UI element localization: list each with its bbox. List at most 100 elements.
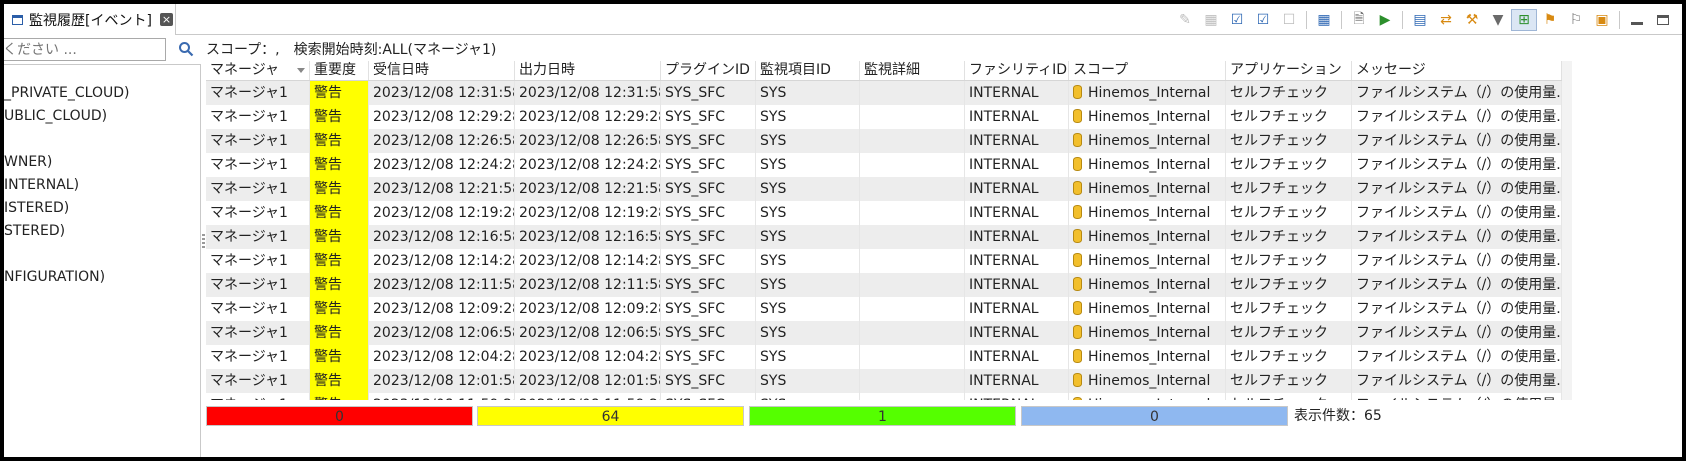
column-header[interactable]: 受信日時 <box>369 61 515 80</box>
table-vertical-scrollbar[interactable] <box>1562 61 1572 400</box>
cell-message: ファイルシステム（/）の使用量... <box>1352 81 1562 105</box>
flag-icon[interactable]: ⚑ <box>1537 9 1563 31</box>
table-row[interactable]: マネージャ1 警告 2023/12/08 12:06:58 2023/12/08 12… <box>206 321 1562 345</box>
cell-message: ファイルシステム（/）の使用量... <box>1352 369 1562 393</box>
unconfirm-icon[interactable]: ☐ <box>1276 9 1302 31</box>
cell-message: ファイルシステム（/）の使用量... <box>1352 177 1562 201</box>
cell-priority: 警告 <box>310 393 369 400</box>
scope-tree-item[interactable]: WNER) <box>4 154 52 170</box>
cell-priority: 警告 <box>310 81 369 105</box>
edit-icon-glyph: ✎ <box>1179 12 1191 28</box>
batch-icon[interactable]: ▦ <box>1311 9 1337 31</box>
column-header[interactable]: メッセージ <box>1352 61 1562 80</box>
table-icon[interactable]: ▦ <box>1198 9 1224 31</box>
cell-scope-text: Hinemos_Internal <box>1088 397 1210 400</box>
edit-icon[interactable]: ✎ <box>1172 9 1198 31</box>
pane-sash-handle[interactable] <box>202 234 205 248</box>
scope-tree-item[interactable]: _PRIVATE_CLOUD) <box>4 85 129 101</box>
scope-node-icon <box>1073 205 1082 219</box>
tool-icon[interactable]: ⚒ <box>1459 9 1485 31</box>
cell-priority: 警告 <box>310 129 369 153</box>
new-page-icon[interactable]: 🗎 <box>1346 9 1372 31</box>
tree-filter-icon[interactable]: ⊞ <box>1511 9 1537 31</box>
column-header[interactable]: 出力日時 <box>515 61 661 80</box>
cell-scope-text: Hinemos_Internal <box>1088 325 1211 341</box>
scope-node-icon <box>1073 397 1082 400</box>
tree-search-input[interactable] <box>4 38 166 61</box>
cell-manager: マネージャ1 <box>206 81 310 105</box>
scope-tree-item[interactable]: STERED) <box>4 223 65 239</box>
column-header-label: プラグインID <box>665 62 750 78</box>
cell-message: ファイルシステム（/）の使用量... <box>1352 345 1562 369</box>
sort-descending-icon <box>297 68 305 73</box>
cell-received: 2023/12/08 12:06:58 <box>369 321 515 345</box>
minimize-icon[interactable] <box>1624 9 1650 31</box>
cell-priority: 警告 <box>310 201 369 225</box>
table-row[interactable]: マネージャ1 警告 2023/12/08 12:14:28 2023/12/08 12… <box>206 249 1562 273</box>
filter-icon[interactable]: ▼ <box>1485 9 1511 31</box>
column-header[interactable]: アプリケーション <box>1226 61 1352 80</box>
table-row[interactable]: マネージャ1 警告 2023/12/08 12:04:28 2023/12/08 12… <box>206 345 1562 369</box>
table-row[interactable]: マネージャ1 警告 2023/12/08 12:16:58 2023/12/08 12… <box>206 225 1562 249</box>
table-row[interactable]: マネージャ1 警告 2023/12/08 12:09:28 2023/12/08 12… <box>206 297 1562 321</box>
cell-scope: Hinemos_Internal <box>1069 153 1226 177</box>
play-icon[interactable]: ▶ <box>1372 9 1398 31</box>
column-header-label: メッセージ <box>1356 62 1426 78</box>
columns-icon[interactable]: ▤ <box>1407 9 1433 31</box>
cell-output: 2023/12/08 12:01:58 <box>515 369 661 393</box>
cell-received: 2023/12/08 12:01:58 <box>369 369 515 393</box>
maximize-icon[interactable] <box>1650 9 1676 31</box>
table-header: マネージャ 重要度 受信日時 出力日時 プラグインID 監視項目ID 監視詳細 ファシリティI… <box>206 61 1562 81</box>
table-row[interactable]: マネージャ1 警告 2023/12/08 12:11:58 2023/12/08 12… <box>206 273 1562 297</box>
confirm-all-icon[interactable]: ☑ <box>1250 9 1276 31</box>
display-count: 表示件数：65 <box>1294 408 1382 424</box>
cell-app: セルフチェック <box>1226 273 1352 297</box>
refresh-icon[interactable]: ⇄ <box>1433 9 1459 31</box>
column-header[interactable]: ファシリティID <box>965 61 1069 80</box>
table-row[interactable]: マネージャ1 警告 2023/12/08 12:24:28 2023/12/08 12… <box>206 153 1562 177</box>
scope-tree-item[interactable]: ISTERED) <box>4 200 69 216</box>
column-header[interactable]: 監視項目ID <box>756 61 860 80</box>
cell-received: 2023/12/08 12:24:28 <box>369 153 515 177</box>
column-header[interactable]: 監視詳細 <box>860 61 965 80</box>
cell-detail <box>860 81 965 105</box>
table-row[interactable]: マネージャ1 警告 2023/12/08 12:29:28 2023/12/08 12… <box>206 105 1562 129</box>
export-icon[interactable]: ▣ <box>1589 9 1615 31</box>
priority-counter: 64 <box>477 406 744 426</box>
cell-plugin: SYS_SFC <box>661 201 756 225</box>
table-row[interactable]: マネージャ1 警告 2023/12/08 12:01:58 2023/12/08 12… <box>206 369 1562 393</box>
table-row[interactable]: マネージャ1 警告 2023/12/08 12:19:28 2023/12/08 12… <box>206 201 1562 225</box>
tree-filter-icon-glyph: ⊞ <box>1518 12 1530 28</box>
cell-app: セルフチェック <box>1226 321 1352 345</box>
search-icon[interactable] <box>178 41 194 57</box>
tab-monitor-history-event[interactable]: 監視履歴[イベント] × <box>4 4 176 35</box>
scope-node-icon <box>1073 85 1082 99</box>
table-row[interactable]: マネージャ1警告2023/12/08 11:59:282023/12/08 11… <box>206 393 1562 400</box>
table-row[interactable]: マネージャ1 警告 2023/12/08 12:26:58 2023/12/08 12… <box>206 129 1562 153</box>
column-header[interactable]: プラグインID <box>661 61 756 80</box>
confirm-icon[interactable]: ☑ <box>1224 9 1250 31</box>
cell-plugin: SYS_SFC <box>661 273 756 297</box>
cell-monitor: SYS <box>756 153 860 177</box>
cell-manager: マネージャ1 <box>206 297 310 321</box>
close-icon[interactable]: × <box>159 13 173 26</box>
table-row[interactable]: マネージャ1 警告 2023/12/08 12:31:58 2023/12/08 12… <box>206 81 1562 105</box>
column-header[interactable]: スコープ <box>1069 61 1226 80</box>
scope-node-icon <box>1073 253 1082 267</box>
table-row[interactable]: マネージャ1 警告 2023/12/08 12:21:58 2023/12/08 12… <box>206 177 1562 201</box>
column-header[interactable]: マネージャ <box>206 61 310 80</box>
cell-output: 2023/12/08 12:04:28 <box>515 345 661 369</box>
column-header-label: 監視詳細 <box>864 62 920 78</box>
cell-monitor: SYS <box>756 249 860 273</box>
cell-facility: INTERNAL <box>965 321 1069 345</box>
toolbar-separator <box>1341 11 1342 29</box>
flag-outline-icon[interactable]: ⚐ <box>1563 9 1589 31</box>
scope-tree-item[interactable]: UBLIC_CLOUD) <box>4 108 107 124</box>
column-header[interactable]: 重要度 <box>310 61 369 80</box>
toolbar-separator <box>1306 11 1307 29</box>
cell-priority: 警告 <box>310 297 369 321</box>
scope-tree-item[interactable]: NFIGURATION) <box>4 269 105 285</box>
scope-tree-item[interactable]: INTERNAL) <box>4 177 79 193</box>
cell-received: 2023/12/08 12:29:28 <box>369 105 515 129</box>
unconfirm-icon-glyph: ☐ <box>1282 12 1296 28</box>
